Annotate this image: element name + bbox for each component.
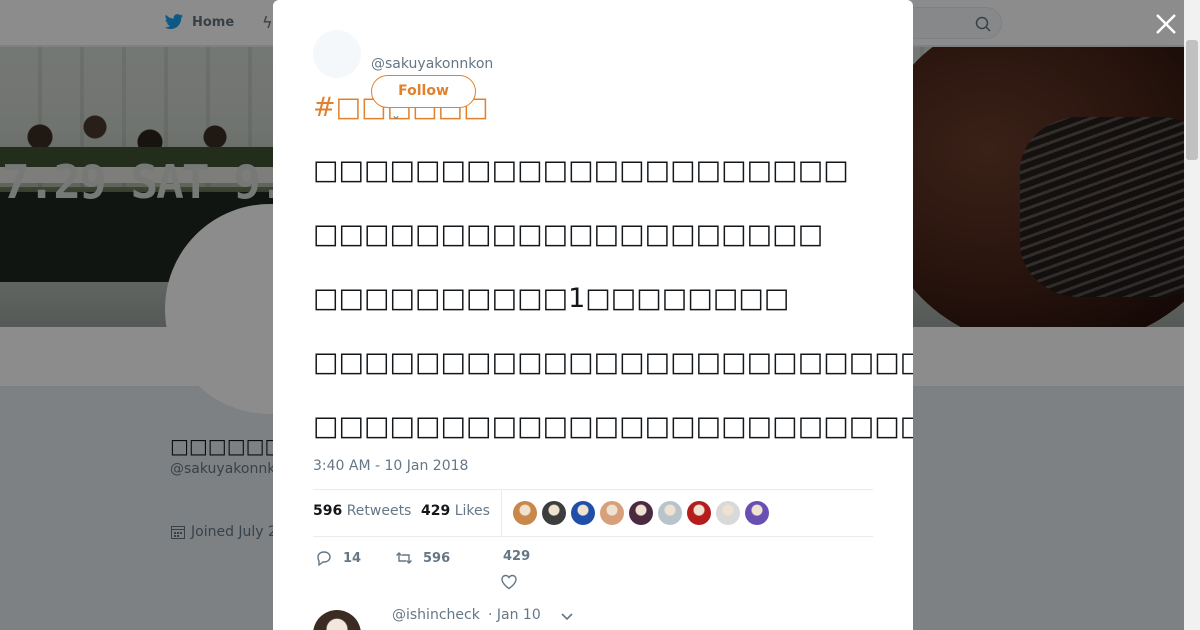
likes-stat[interactable]: 429 Likes <box>421 503 490 519</box>
page-scrollbar[interactable] <box>1184 0 1200 630</box>
retweets-stat[interactable]: 596 Retweets <box>313 503 411 519</box>
scrollbar-thumb[interactable] <box>1186 40 1198 160</box>
likes-label: Likes <box>454 503 490 519</box>
retweet-icon <box>396 552 412 564</box>
retweet-action[interactable]: 596 <box>395 549 450 567</box>
reply-date[interactable]: · Jan 10 <box>488 607 541 623</box>
chevron-down-icon[interactable] <box>560 608 574 627</box>
liker-avatar[interactable] <box>745 501 769 525</box>
liker-avatar[interactable] <box>600 501 624 525</box>
liker-avatar[interactable] <box>658 501 682 525</box>
tweet-author-avatar[interactable] <box>313 30 361 78</box>
chevron-down-icon[interactable]: ⌄ <box>391 108 401 122</box>
tweet-text-line: □□□□□□□□□□1□□□□□□□□ <box>313 283 790 314</box>
heart-icon <box>501 574 517 590</box>
reply-action[interactable]: 14 <box>315 549 361 567</box>
liker-avatar[interactable] <box>571 501 595 525</box>
close-icon <box>1156 14 1176 34</box>
liker-avatar[interactable] <box>716 501 740 525</box>
retweets-label: Retweets <box>346 503 412 519</box>
reply-count: 14 <box>343 550 362 566</box>
stats-divider <box>501 490 502 537</box>
tweet-stats: 596 Retweets 429 Likes <box>313 489 873 537</box>
liker-avatar[interactable] <box>513 501 537 525</box>
liker-avatar[interactable] <box>687 501 711 525</box>
reply-icon <box>317 551 331 567</box>
tweet-actions: 14 596 429 <box>313 548 873 591</box>
tweet-modal: @sakuyakonnkon #□□□□□□ Follow ⌄ □□□□□□□□… <box>273 0 913 630</box>
retweets-count: 596 <box>313 503 343 519</box>
retweet-count: 596 <box>423 550 451 566</box>
liker-avatar[interactable] <box>542 501 566 525</box>
tweet-timestamp[interactable]: 3:40 AM - 10 Jan 2018 <box>313 458 468 474</box>
tweet-text-line: □□□□□□□□□□□□□□□□□□□□□ <box>313 155 849 186</box>
tweet-text-line: □□□□□□□□□□□□□□□□□□□□□□□□□ <box>313 347 913 378</box>
liker-avatars <box>513 501 769 525</box>
liker-avatar[interactable] <box>629 501 653 525</box>
follow-button[interactable]: Follow <box>371 75 476 108</box>
like-action[interactable] <box>500 573 518 591</box>
close-button[interactable] <box>1152 10 1180 38</box>
likes-count: 429 <box>421 503 451 519</box>
tweet-text-line: □□□□□□□□□□□□□□□□□□□□□□□□□□□□□□ <box>313 411 913 442</box>
like-count: 429 <box>503 549 531 564</box>
tweet-text-line: □□□□□□□□□□□□□□□□□□□□ <box>313 219 824 250</box>
reply-author-avatar[interactable] <box>313 610 361 630</box>
reply-author-handle[interactable]: @ishincheck <box>392 607 480 623</box>
tweet-author-handle[interactable]: @sakuyakonnkon <box>371 56 493 72</box>
